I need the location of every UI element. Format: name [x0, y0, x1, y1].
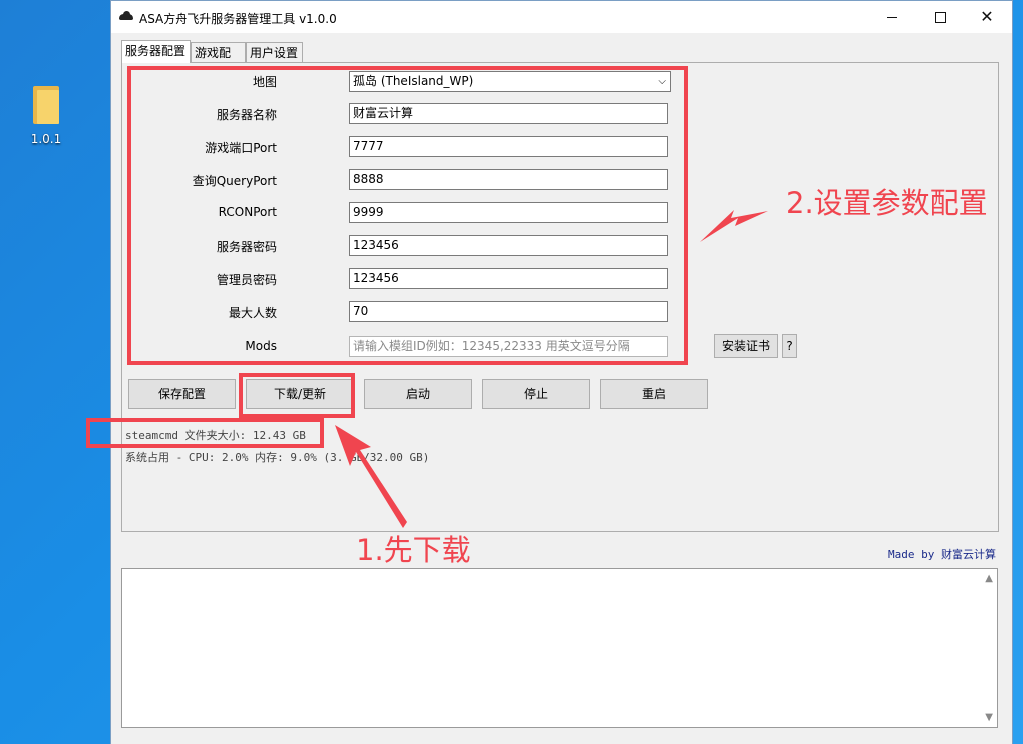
desktop-folder-icon[interactable]: 1.0.1: [22, 86, 70, 146]
folder-icon: [33, 86, 59, 124]
install-cert-button[interactable]: 安装证书: [714, 334, 778, 358]
start-button[interactable]: 启动: [364, 379, 472, 409]
tab-user-settings[interactable]: 用户设置: [246, 42, 303, 62]
annotation-step2: 2.设置参数配置: [786, 186, 988, 220]
save-config-button[interactable]: 保存配置: [128, 379, 236, 409]
title-bar[interactable]: ASA方舟飞升服务器管理工具 v1.0.0 ✕: [111, 1, 1012, 33]
maximize-icon: [934, 12, 946, 23]
annotation-box-config: [127, 66, 688, 365]
system-usage-status: 系统占用 - CPU: 2.0% 内存: 9.0% (3. GB/32.00 G…: [125, 451, 430, 464]
scroll-up-icon[interactable]: ▲: [985, 573, 993, 584]
tab-server-config[interactable]: 服务器配置: [121, 40, 191, 63]
help-button[interactable]: ?: [782, 334, 797, 358]
log-output[interactable]: ▲ ▼: [121, 568, 998, 728]
desktop-folder-label: 1.0.1: [30, 132, 62, 146]
minimize-button[interactable]: [869, 1, 915, 33]
restart-button[interactable]: 重启: [600, 379, 708, 409]
close-icon: ✕: [980, 7, 994, 26]
stop-button[interactable]: 停止: [482, 379, 590, 409]
annotation-step1: 1.先下载: [356, 533, 471, 567]
tab-game-config[interactable]: 游戏配置: [191, 42, 246, 80]
maximize-button[interactable]: [917, 1, 963, 33]
scroll-down-icon[interactable]: ▼: [985, 712, 993, 723]
annotation-box-steamcmd: [86, 418, 324, 448]
close-button[interactable]: ✕: [964, 1, 1010, 33]
annotation-box-download: [239, 373, 355, 418]
minimize-icon: [887, 17, 897, 18]
app-icon: [119, 11, 133, 20]
window-title: ASA方舟飞升服务器管理工具 v1.0.0: [139, 12, 337, 26]
made-by-label: Made by 财富云计算: [888, 548, 996, 561]
